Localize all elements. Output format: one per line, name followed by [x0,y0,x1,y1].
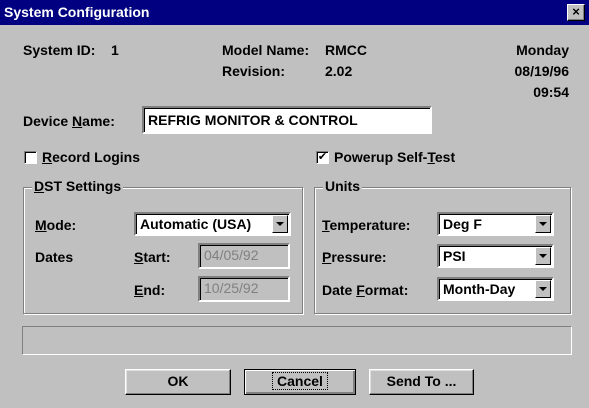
date-text: 08/19/96 [514,63,570,79]
device-name-field[interactable]: REFRIG MONITOR & CONTROL [142,106,432,134]
chevron-down-icon[interactable] [272,215,288,233]
pressure-select[interactable]: PSI [437,244,554,268]
date-format-select[interactable]: Month-Day [437,277,554,301]
record-logins-label[interactable]: Record Logins [42,149,140,165]
temperature-label: Temperature: [322,217,411,233]
model-name-value: RMCC [325,42,367,58]
day-text: Monday [516,42,569,58]
dates-label: Dates [35,249,74,265]
model-name-label: Model Name: [222,42,310,58]
chevron-down-icon[interactable] [535,215,551,233]
start-date-field[interactable]: 04/05/92 [198,243,290,269]
close-icon[interactable]: × [567,4,585,21]
record-logins-checkbox[interactable] [24,151,37,164]
cancel-button-label: Cancel [272,372,328,390]
temperature-select-value: Deg F [443,216,482,232]
dst-settings-legend: DST Settings [32,178,124,194]
system-id-value: 1 [111,42,119,58]
time-text: 09:54 [533,84,569,100]
units-legend: Units [323,178,362,194]
mode-select-value: Automatic (USA) [140,216,252,232]
powerup-self-test-checkbox[interactable]: ✔ [316,151,329,164]
status-bar [22,326,572,355]
mode-select[interactable]: Automatic (USA) [134,212,291,236]
start-label: Start: [134,249,171,265]
pressure-select-value: PSI [443,248,466,264]
cancel-button[interactable]: Cancel [244,369,356,395]
pressure-label: Pressure: [322,249,387,265]
window-title: System Configuration [4,4,150,20]
temperature-select[interactable]: Deg F [437,212,554,236]
title-bar: System Configuration × [0,0,589,25]
powerup-self-test-label[interactable]: Powerup Self-Test [334,149,455,165]
revision-value: 2.02 [325,63,353,79]
chevron-down-icon[interactable] [535,247,551,265]
revision-label: Revision: [222,63,286,79]
ok-button[interactable]: OK [125,369,231,395]
device-name-label: Device Name: [23,113,115,129]
system-id-label: System ID: [23,42,96,58]
date-format-label: Date Format: [322,282,409,298]
chevron-down-icon[interactable] [535,280,551,298]
date-format-select-value: Month-Day [443,281,516,297]
send-to-button[interactable]: Send To ... [369,369,474,395]
mode-label: Mode: [35,217,77,233]
end-date-field[interactable]: 10/25/92 [198,276,290,302]
end-label: End: [134,282,166,298]
